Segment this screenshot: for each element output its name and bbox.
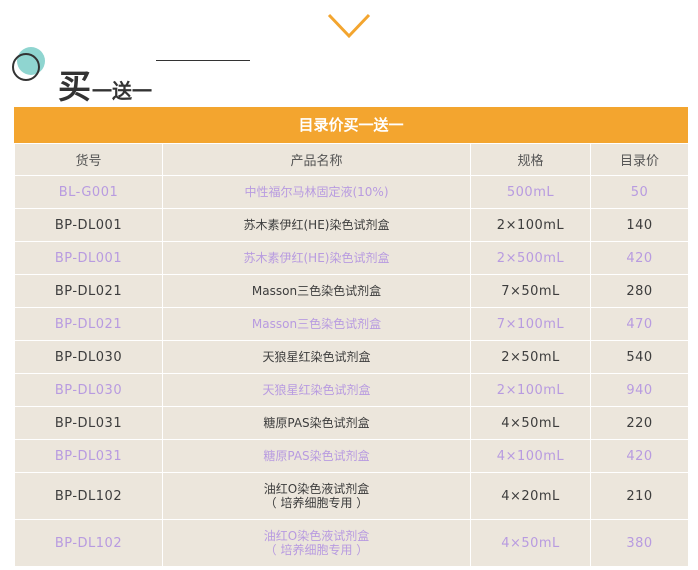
cell-spec: 2×500mL: [470, 241, 591, 275]
column-header-price: 目录价: [590, 143, 689, 176]
product-table: 货号 产品名称 规格 目录价 BL-G001 中性福尔马林固定液(10%) 50…: [14, 143, 689, 567]
cell-code: BP-DL001: [14, 208, 163, 242]
cell-code: BP-DL030: [14, 373, 163, 407]
cell-price: 280: [590, 274, 689, 308]
table-row: BP-DL001 苏木素伊红(HE)染色试剂盒 2×500mL 420: [14, 241, 689, 275]
title-rule: [156, 60, 250, 61]
cell-code: BP-DL102: [14, 472, 163, 520]
section-title-main: 买: [58, 67, 92, 106]
cell-spec: 4×100mL: [470, 439, 591, 473]
cell-name: Masson三色染色试剂盒: [162, 307, 471, 341]
cell-name-text: 苏木素伊红(HE)染色试剂盒: [243, 251, 390, 265]
cell-code: BP-DL031: [14, 406, 163, 440]
table-header-row: 货号 产品名称 规格 目录价: [14, 143, 689, 176]
cell-code: BL-G001: [14, 175, 163, 209]
cell-spec: 4×20mL: [470, 472, 591, 520]
price-table: 目录价买一送一 货号 产品名称 规格 目录价 BL-G001 中性福尔马林固定液…: [14, 107, 689, 567]
table-row: BL-G001 中性福尔马林固定液(10%) 500mL 50: [14, 175, 689, 209]
cell-code: BP-DL102: [14, 519, 163, 567]
column-header-spec: 规格: [470, 143, 591, 176]
cell-price: 420: [590, 439, 689, 473]
cell-name: 苏木素伊红(HE)染色试剂盒: [162, 241, 471, 275]
cell-name: 糖原PAS染色试剂盒: [162, 439, 471, 473]
cell-name-text: 中性福尔马林固定液(10%): [244, 185, 389, 199]
table-row: BP-DL021 Masson三色染色试剂盒 7×50mL 280: [14, 274, 689, 308]
cell-name: 苏木素伊红(HE)染色试剂盒: [162, 208, 471, 242]
table-row: BP-DL031 糖原PAS染色试剂盒 4×100mL 420: [14, 439, 689, 473]
cell-price: 540: [590, 340, 689, 374]
table-row: BP-DL030 天狼星红染色试剂盒 2×50mL 540: [14, 340, 689, 374]
table-row: BP-DL102 油红O染色液试剂盒（ 培养细胞专用 ） 4×20mL 210: [14, 472, 689, 520]
cell-spec: 4×50mL: [470, 519, 591, 567]
table-row: BP-DL021 Masson三色染色试剂盒 7×100mL 470: [14, 307, 689, 341]
cell-name-text: 苏木素伊红(HE)染色试剂盒: [243, 218, 390, 232]
cell-name: 中性福尔马林固定液(10%): [162, 175, 471, 209]
cell-name: 油红O染色液试剂盒（ 培养细胞专用 ）: [162, 519, 471, 567]
section-title: 买一送一: [58, 60, 152, 106]
cell-spec: 2×100mL: [470, 373, 591, 407]
cell-price: 50: [590, 175, 689, 209]
cell-price: 210: [590, 472, 689, 520]
cell-code: BP-DL021: [14, 274, 163, 308]
cell-name-text: 天狼星红染色试剂盒: [262, 383, 371, 397]
table-banner: 目录价买一送一: [14, 107, 688, 143]
table-row: BP-DL102 油红O染色液试剂盒（ 培养细胞专用 ） 4×50mL 380: [14, 519, 689, 567]
cell-spec: 2×50mL: [470, 340, 591, 374]
cell-price: 140: [590, 208, 689, 242]
table-row: BP-DL031 糖原PAS染色试剂盒 4×50mL 220: [14, 406, 689, 440]
cell-price: 470: [590, 307, 689, 341]
chevron-down-icon: [327, 13, 371, 39]
cell-price: 380: [590, 519, 689, 567]
column-header-code: 货号: [14, 143, 163, 176]
cell-name-text: 天狼星红染色试剂盒: [262, 350, 371, 364]
cell-price: 220: [590, 406, 689, 440]
cell-name-text: 糖原PAS染色试剂盒: [263, 416, 370, 430]
cell-name-text: 油红O染色液试剂盒: [263, 482, 370, 496]
cell-name-text: 油红O染色液试剂盒: [263, 529, 370, 543]
column-header-name: 产品名称: [162, 143, 471, 176]
cell-code: BP-DL030: [14, 340, 163, 374]
cell-name: 天狼星红染色试剂盒: [162, 340, 471, 374]
cell-spec: 4×50mL: [470, 406, 591, 440]
cell-spec: 500mL: [470, 175, 591, 209]
cell-code: BP-DL031: [14, 439, 163, 473]
cell-name: 油红O染色液试剂盒（ 培养细胞专用 ）: [162, 472, 471, 520]
cell-name: 糖原PAS染色试剂盒: [162, 406, 471, 440]
table-row: BP-DL030 天狼星红染色试剂盒 2×100mL 940: [14, 373, 689, 407]
cell-name-text: 糖原PAS染色试剂盒: [263, 449, 370, 463]
cell-name: 天狼星红染色试剂盒: [162, 373, 471, 407]
cell-name-note: （ 培养细胞专用 ）: [264, 543, 369, 557]
cell-code: BP-DL001: [14, 241, 163, 275]
section-title-sub: 一送一: [92, 79, 152, 103]
cell-spec: 7×100mL: [470, 307, 591, 341]
cell-name: Masson三色染色试剂盒: [162, 274, 471, 308]
cell-price: 420: [590, 241, 689, 275]
cell-spec: 7×50mL: [470, 274, 591, 308]
table-row: BP-DL001 苏木素伊红(HE)染色试剂盒 2×100mL 140: [14, 208, 689, 242]
circle-decoration-icon: [12, 47, 45, 81]
cell-code: BP-DL021: [14, 307, 163, 341]
cell-name-note: （ 培养细胞专用 ）: [264, 496, 369, 510]
cell-name-text: Masson三色染色试剂盒: [251, 284, 382, 298]
cell-name-text: Masson三色染色试剂盒: [251, 317, 382, 331]
cell-price: 940: [590, 373, 689, 407]
cell-spec: 2×100mL: [470, 208, 591, 242]
